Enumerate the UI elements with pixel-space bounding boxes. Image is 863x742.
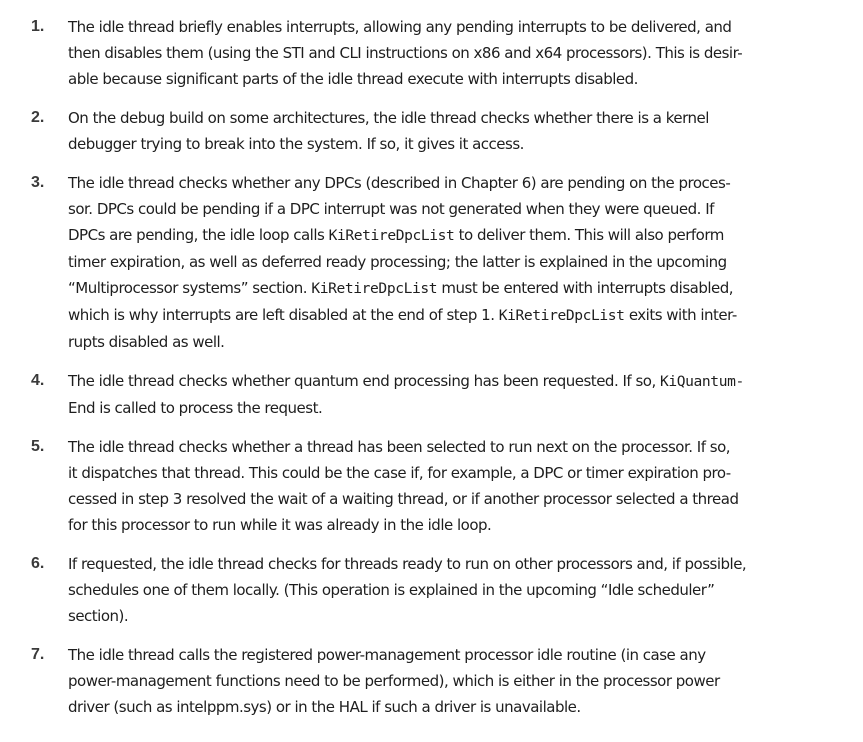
item-text-line: timer expiration, as well as deferred re… bbox=[68, 249, 863, 275]
item-text-line: section). bbox=[68, 603, 863, 629]
item-number: 5. bbox=[31, 438, 45, 455]
list-item: 5. The idle thread checks whether a threa… bbox=[0, 434, 863, 538]
text-run: for this processor to run while it was a… bbox=[68, 516, 492, 534]
item-text-line: for this processor to run while it was a… bbox=[68, 512, 863, 538]
item-text-line: rupts disabled as well. bbox=[68, 329, 863, 355]
numbered-list: 1. The idle thread briefly enables interr… bbox=[0, 14, 863, 733]
text-run: The idle thread calls the registered pow… bbox=[68, 646, 706, 664]
text-run: debugger trying to break into the system… bbox=[68, 135, 524, 153]
text-run: The idle thread checks whether a thread … bbox=[68, 438, 731, 456]
item-number: 6. bbox=[31, 555, 45, 572]
list-item: 6. If requested, the idle thread checks f… bbox=[0, 551, 863, 629]
item-text-line: The idle thread checks whether quantum e… bbox=[68, 368, 863, 395]
text-run: must be entered with interrupts disabled… bbox=[437, 279, 734, 297]
inline-code: KiRetireDpcList bbox=[328, 227, 455, 244]
list-item: 4. The idle thread checks whether quantum… bbox=[0, 368, 863, 421]
text-run: exits with inter- bbox=[624, 306, 737, 324]
item-text-line: then disables them (using the STI and CL… bbox=[68, 40, 863, 66]
text-run: DPCs are pending, the idle loop calls bbox=[68, 226, 329, 244]
item-text-line: The idle thread calls the registered pow… bbox=[68, 642, 863, 668]
text-run: power-management functions need to be pe… bbox=[68, 672, 720, 690]
text-run: “Multiprocessor systems” section. bbox=[68, 279, 312, 297]
item-text-line: cessed in step 3 resolved the wait of a … bbox=[68, 486, 863, 512]
text-run: On the debug build on some architectures… bbox=[68, 109, 709, 127]
inline-code: KiQuantum- bbox=[659, 373, 744, 390]
list-item: 2. On the debug build on some architectur… bbox=[0, 105, 863, 157]
item-text-line: schedules one of them locally. (This ope… bbox=[68, 577, 863, 603]
text-run: section). bbox=[68, 607, 129, 625]
item-text-line: The idle thread checks whether a thread … bbox=[68, 434, 863, 460]
text-run: driver (such as intelppm.sys) or in the … bbox=[68, 698, 581, 716]
item-number: 3. bbox=[31, 174, 45, 191]
item-text-line: On the debug build on some architectures… bbox=[68, 105, 863, 131]
list-item: 1. The idle thread briefly enables interr… bbox=[0, 14, 863, 92]
text-run: able because significant parts of the id… bbox=[68, 70, 638, 88]
item-text-line: it dispatches that thread. This could be… bbox=[68, 460, 863, 486]
text-run: timer expiration, as well as deferred re… bbox=[68, 253, 727, 271]
item-text-line: debugger trying to break into the system… bbox=[68, 131, 863, 157]
item-text-line: End is called to process the request. bbox=[68, 395, 863, 421]
text-run: to deliver them. This will also perform bbox=[454, 226, 725, 244]
text-run: The idle thread checks whether any DPCs … bbox=[68, 174, 731, 192]
item-number: 1. bbox=[31, 18, 45, 35]
text-run: The idle thread briefly enables interrup… bbox=[68, 18, 732, 36]
text-run: sor. DPCs could be pending if a DPC inte… bbox=[68, 200, 714, 218]
text-run: then disables them (using the STI and CL… bbox=[68, 44, 743, 62]
list-item: 3. The idle thread checks whether any DPC… bbox=[0, 170, 863, 355]
item-text-line: DPCs are pending, the idle loop calls Ki… bbox=[68, 222, 863, 249]
text-run: schedules one of them locally. (This ope… bbox=[68, 581, 715, 599]
item-text-line: The idle thread checks whether any DPCs … bbox=[68, 170, 863, 196]
text-run: cessed in step 3 resolved the wait of a … bbox=[68, 490, 739, 508]
text-run: The idle thread checks whether quantum e… bbox=[68, 372, 660, 390]
text-run: it dispatches that thread. This could be… bbox=[68, 464, 731, 482]
item-text-line: “Multiprocessor systems” section. KiReti… bbox=[68, 275, 863, 302]
item-text-line: If requested, the idle thread checks for… bbox=[68, 551, 863, 577]
item-text-line: able because significant parts of the id… bbox=[68, 66, 863, 92]
text-run: End is called to process the request. bbox=[68, 399, 323, 417]
item-text-line: driver (such as intelppm.sys) or in the … bbox=[68, 694, 863, 720]
list-item: 7. The idle thread calls the registered p… bbox=[0, 642, 863, 720]
item-text-line: sor. DPCs could be pending if a DPC inte… bbox=[68, 196, 863, 222]
item-number: 7. bbox=[31, 646, 45, 663]
inline-code: KiRetireDpcList bbox=[311, 280, 438, 297]
item-text-line: The idle thread briefly enables interrup… bbox=[68, 14, 863, 40]
inline-code: KiRetireDpcList bbox=[498, 307, 625, 324]
text-run: rupts disabled as well. bbox=[68, 333, 225, 351]
text-run: which is why interrupts are left disable… bbox=[68, 306, 499, 324]
item-number: 4. bbox=[31, 372, 45, 389]
item-text-line: power-management functions need to be pe… bbox=[68, 668, 863, 694]
item-number: 2. bbox=[31, 109, 45, 126]
text-run: If requested, the idle thread checks for… bbox=[68, 555, 747, 573]
item-text-line: which is why interrupts are left disable… bbox=[68, 302, 863, 329]
